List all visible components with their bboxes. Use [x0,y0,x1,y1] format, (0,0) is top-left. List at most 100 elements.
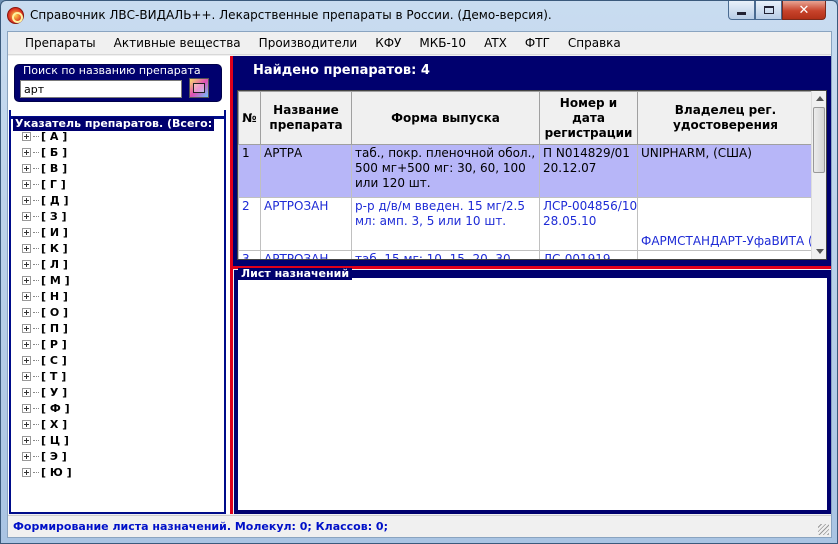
tree-item[interactable]: [ Д ] [22,192,72,208]
tree-item[interactable]: [ Л ] [22,256,72,272]
table-row[interactable]: 1 АРТРА таб., покр. пленочной обол., 500… [238,144,814,198]
expand-plus-icon[interactable] [22,259,31,269]
col-header-num[interactable]: № [238,91,261,145]
tree-item[interactable]: [ А ] [22,128,72,144]
search-button[interactable] [189,78,209,98]
tree-item[interactable]: [ О ] [22,304,72,320]
scroll-down-arrow-icon[interactable] [816,249,824,254]
tree-item[interactable]: [ М ] [22,272,72,288]
cell-num: 3 [238,250,261,259]
tree-connector [33,247,39,249]
tree-item[interactable]: [ П ] [22,320,72,336]
scroll-thumb[interactable] [813,107,825,173]
tree-item[interactable]: [ К ] [22,240,72,256]
menu-atx[interactable]: ATX [475,32,516,55]
expand-plus-icon[interactable] [22,307,31,317]
tree-item-label: [ Х ] [41,417,68,431]
tree-connector [33,343,39,345]
expand-plus-icon[interactable] [22,339,31,349]
tree-item[interactable]: [ Ф ] [22,400,72,416]
prescription-list-panel[interactable]: Лист назначений [234,268,831,514]
expand-plus-icon[interactable] [22,419,31,429]
tree-item[interactable]: [ С ] [22,352,72,368]
cell-owner: UNIPHARM, (США) [637,144,814,198]
resize-grip-icon[interactable] [818,524,829,535]
menu-manufacturers[interactable]: Производители [250,32,367,55]
tree-item-label: [ О ] [41,305,69,319]
tree-item[interactable]: [ В ] [22,160,72,176]
expand-plus-icon[interactable] [22,371,31,381]
maximize-button[interactable] [755,1,782,20]
col-header-owner[interactable]: Владелец рег. удостоверения [637,91,814,145]
minimize-button[interactable] [728,1,755,20]
tree-connector [33,423,39,425]
results-panel: Найдено препаратов: 4 № Название препара… [233,56,831,266]
search-input[interactable] [20,80,182,98]
col-header-form[interactable]: Форма выпуска [351,91,540,145]
col-header-name[interactable]: Название препарата [260,91,352,145]
close-button[interactable]: ✕ [782,1,826,20]
tree-item[interactable]: [ Т ] [22,368,72,384]
app-logo-icon[interactable] [7,7,24,24]
menu-bar: Препараты Активные вещества Производител… [8,32,831,55]
tree-item[interactable]: [ З ] [22,208,72,224]
table-header-row: № Название препарата Форма выпуска Номер… [238,91,814,145]
table-row[interactable]: 3 АРТРОЗАН таб. 15 мг: 10, 15, 20, 30 ЛС… [238,250,814,259]
results-vertical-scrollbar[interactable] [811,91,826,259]
expand-plus-icon[interactable] [22,211,31,221]
tree-connector [33,359,39,361]
scroll-up-arrow-icon[interactable] [816,96,824,101]
expand-plus-icon[interactable] [22,435,31,445]
expand-plus-icon[interactable] [22,275,31,285]
tree-connector [33,311,39,313]
expand-plus-icon[interactable] [22,131,31,141]
tree-item-label: [ Б ] [41,145,68,159]
menu-mkb10[interactable]: МКБ-10 [410,32,475,55]
menu-preparations[interactable]: Препараты [16,32,105,55]
expand-plus-icon[interactable] [22,355,31,365]
cell-form: таб. 15 мг: 10, 15, 20, 30 [351,250,540,259]
search-icon [193,83,205,93]
expand-plus-icon[interactable] [22,243,31,253]
left-panel: Поиск по названию препарата Указатель пр… [8,56,230,514]
expand-plus-icon[interactable] [22,291,31,301]
tree-connector [33,455,39,457]
cell-owner-text: ФАРМСТАНДАРТ-УфаВИТА (Россия) [641,234,813,248]
tree-item[interactable]: [ Б ] [22,144,72,160]
tree-item-label: [ Э ] [41,449,67,463]
tree-item[interactable]: [ Н ] [22,288,72,304]
expand-plus-icon[interactable] [22,451,31,461]
tree-item-label: [ Ю ] [41,465,72,479]
col-header-reg[interactable]: Номер и дата регистрации [539,91,638,145]
tree-item[interactable]: [ Э ] [22,448,72,464]
table-row[interactable]: 2 АРТРОЗАН р-р д/в/м введен. 15 мг/2.5 м… [238,197,814,251]
tree-item[interactable]: [ Ц ] [22,432,72,448]
expand-plus-icon[interactable] [22,323,31,333]
tree-item[interactable]: [ И ] [22,224,72,240]
client-area: Препараты Активные вещества Производител… [7,31,832,538]
menu-active-substances[interactable]: Активные вещества [105,32,250,55]
tree-item[interactable]: [ У ] [22,384,72,400]
tree-item[interactable]: [ Х ] [22,416,72,432]
expand-plus-icon[interactable] [22,179,31,189]
menu-help[interactable]: Справка [559,32,630,55]
tree-item-label: [ Ф ] [41,401,70,415]
index-tree-border: Указатель препаратов. (Всего: [9,116,226,131]
tree-item-label: [ Г ] [41,177,66,191]
expand-plus-icon[interactable] [22,195,31,205]
title-bar: Справочник ЛВС-ВИДАЛЬ++. Лекарственные п… [1,1,837,31]
tree-item[interactable]: [ Г ] [22,176,72,192]
tree-item[interactable]: [ Ю ] [22,464,72,480]
expand-plus-icon[interactable] [22,227,31,237]
tree-connector [33,263,39,265]
tree-item-label: [ М ] [41,273,70,287]
tree-item[interactable]: [ Р ] [22,336,72,352]
expand-plus-icon[interactable] [22,163,31,173]
expand-plus-icon[interactable] [22,467,31,477]
expand-plus-icon[interactable] [22,387,31,397]
menu-kfu[interactable]: КФУ [366,32,410,55]
expand-plus-icon[interactable] [22,147,31,157]
expand-plus-icon[interactable] [22,403,31,413]
cell-form: р-р д/в/м введен. 15 мг/2.5 мл: амп. 3, … [351,197,540,251]
menu-ftg[interactable]: ФТГ [516,32,559,55]
